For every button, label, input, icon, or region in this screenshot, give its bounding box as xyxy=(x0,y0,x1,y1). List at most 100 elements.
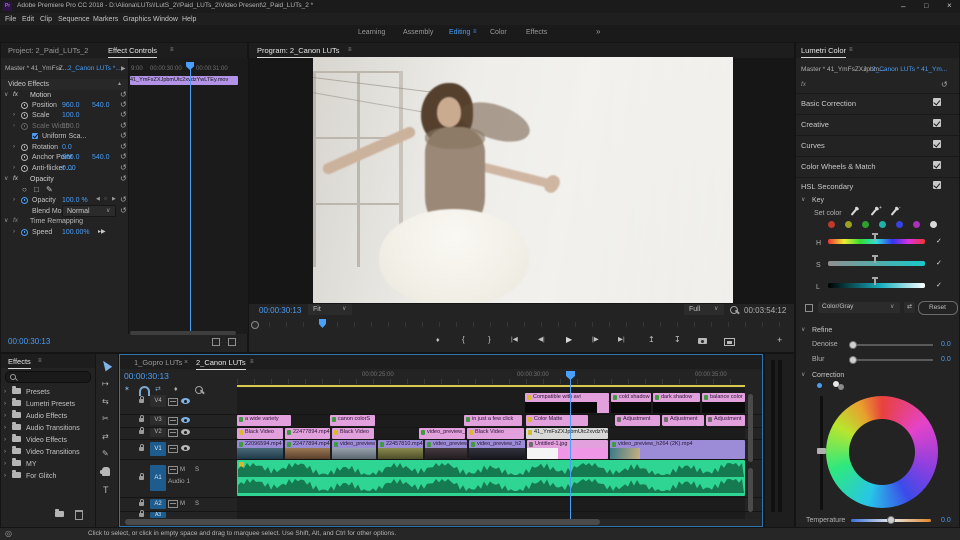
ec-speed-value[interactable]: 100.00% xyxy=(62,229,90,236)
sync-lock-icon[interactable] xyxy=(168,429,178,437)
timeline-panel-menu-icon[interactable]: ≡ xyxy=(250,359,254,365)
add-button[interactable]: + xyxy=(777,336,782,345)
tree-expand-icon[interactable]: › xyxy=(4,449,6,455)
zoom-level-dropdown[interactable]: Fit ∨ xyxy=(308,304,352,315)
pen-mask-icon[interactable]: ✎ xyxy=(46,186,53,194)
track-v4-button[interactable]: V4 xyxy=(150,395,166,407)
track-v2-eye-icon[interactable] xyxy=(181,429,190,435)
lumetri-reset-icon[interactable]: ↺ xyxy=(941,81,948,89)
reset-icon[interactable]: ↺ xyxy=(120,122,127,130)
track-a1-mute-button[interactable]: M xyxy=(180,467,185,473)
reset-icon[interactable]: ↺ xyxy=(120,91,127,99)
workspace-editing-menu-icon[interactable]: ≡ xyxy=(473,29,477,35)
reset-icon[interactable]: ↺ xyxy=(120,143,127,151)
saturation-checkmark[interactable]: ✓ xyxy=(936,260,942,267)
program-video-frame[interactable] xyxy=(313,57,733,303)
saturation-slider[interactable] xyxy=(828,261,925,266)
timeline-marker-icon[interactable]: ♦ xyxy=(174,386,178,393)
color-wheels-checkbox[interactable] xyxy=(933,161,941,169)
effects-item-lumetri-presets[interactable]: Lumetri Presets xyxy=(26,401,75,408)
lumetri-section-curves[interactable]: Curves xyxy=(801,142,825,150)
tab-project[interactable]: Project: 2_Paid_LUTs_2 xyxy=(8,47,88,55)
blur-slider[interactable] xyxy=(851,359,933,361)
ec-opacity-section-label[interactable]: Opacity xyxy=(30,176,54,183)
lock-icon[interactable] xyxy=(139,399,144,403)
timeline-clip[interactable]: 22477894.mp4 xyxy=(285,440,330,459)
reset-icon[interactable]: ↺ xyxy=(120,196,127,204)
effects-item-presets[interactable]: Presets xyxy=(26,389,50,396)
reset-icon[interactable]: ↺ xyxy=(120,207,127,215)
timeline-clip[interactable]: video_preview_h xyxy=(425,440,467,459)
workspace-tab-learning[interactable]: Learning xyxy=(358,29,385,36)
mark-out-button[interactable]: } xyxy=(488,336,491,344)
ripple-edit-tool[interactable]: ⇆ xyxy=(102,398,109,406)
ec-motion-chevron-icon[interactable]: ∨ xyxy=(4,92,8,98)
chevron-down-icon[interactable]: ∨ xyxy=(863,67,867,73)
timeline-clip[interactable]: video_preview_h2 xyxy=(469,440,525,459)
effects-item-video-effects[interactable]: Video Effects xyxy=(26,437,67,444)
denoise-value[interactable]: 0.0 xyxy=(941,341,951,348)
ec-playhead-line[interactable] xyxy=(190,62,191,332)
comparison-view-button[interactable] xyxy=(724,338,735,346)
go-to-in-button[interactable]: |◀ xyxy=(511,337,518,344)
key-swatch-green[interactable] xyxy=(862,221,869,228)
keyframe-prev-icon[interactable]: ◀ xyxy=(96,197,100,202)
effect-controls-panel-menu-icon[interactable]: ≡ xyxy=(170,47,174,53)
reset-icon[interactable]: ↺ xyxy=(120,175,127,183)
add-marker-button[interactable]: ♦ xyxy=(436,337,440,344)
tree-expand-icon[interactable]: › xyxy=(4,425,6,431)
menu-graphics[interactable]: Graphics xyxy=(123,16,151,23)
workspace-tab-assembly[interactable]: Assembly xyxy=(403,29,433,36)
ec-speed-expand-icon[interactable]: › xyxy=(13,229,15,235)
creative-checkbox[interactable] xyxy=(933,119,941,127)
luma-checkmark[interactable]: ✓ xyxy=(936,282,942,289)
ec-horizontal-scrollbar[interactable] xyxy=(130,331,236,335)
step-back-button[interactable]: ◀| xyxy=(538,337,545,344)
program-panel-menu-icon[interactable]: ≡ xyxy=(348,47,352,53)
menu-clip[interactable]: Clip xyxy=(40,16,52,23)
key-swatch-yellow[interactable] xyxy=(845,221,852,228)
lumetri-sequence-name[interactable]: 2_Canon LUTs * 41_Ym... xyxy=(872,67,947,74)
extract-button[interactable]: ↧ xyxy=(674,336,681,344)
uniform-scale-checkbox[interactable] xyxy=(32,133,38,139)
key-swatch-blue[interactable] xyxy=(896,221,903,228)
invert-mask-icon[interactable]: ⇄ xyxy=(904,302,915,313)
lock-icon[interactable] xyxy=(139,476,144,480)
lumetri-section-basic-correction[interactable]: Basic Correction xyxy=(801,100,856,108)
key-swatch-red[interactable] xyxy=(828,221,835,228)
slip-tool[interactable]: ⇄ xyxy=(102,433,109,441)
sync-lock-icon[interactable] xyxy=(168,466,178,474)
track-a2-solo-button[interactable]: S xyxy=(195,501,199,507)
snap-magnet-icon[interactable] xyxy=(139,386,150,396)
ellipse-mask-icon[interactable]: ○ xyxy=(22,186,27,194)
tab-close-icon[interactable]: × xyxy=(184,359,188,366)
export-frame-button[interactable] xyxy=(698,338,707,344)
ec-clip-bar[interactable]: 41_YmFsZXJpbmUtc2xvdzYwLTEy.mov xyxy=(130,76,238,85)
menu-markers[interactable]: Markers xyxy=(93,16,118,23)
track-a1-name[interactable]: Audio 1 xyxy=(168,479,190,486)
timeline-settings-icon[interactable] xyxy=(195,386,203,394)
effects-item-my[interactable]: MY xyxy=(26,461,37,468)
timeline-clip[interactable]: Adjustment Lay xyxy=(706,415,745,426)
stopwatch-icon[interactable] xyxy=(21,144,28,151)
tree-expand-icon[interactable]: › xyxy=(4,461,6,467)
reset-icon[interactable]: ↺ xyxy=(120,111,127,119)
saturation-slider-handle[interactable] xyxy=(874,255,876,263)
workspace-tab-effects[interactable]: Effects xyxy=(526,29,547,36)
track-a1-solo-button[interactable]: S xyxy=(195,467,199,473)
nest-toggle-icon[interactable]: ✶ xyxy=(124,386,130,393)
timeline-clip[interactable]: 22457810.mp4 xyxy=(378,440,423,459)
timeline-clip[interactable]: canon colorS xyxy=(330,415,375,426)
key-swatch-cyan[interactable] xyxy=(879,221,886,228)
track-a2-mute-button[interactable]: M xyxy=(180,501,185,507)
refine-chevron-icon[interactable]: ∨ xyxy=(801,327,805,333)
ec-motion-label[interactable]: Motion xyxy=(30,92,51,99)
lumetri-section-hsl-secondary[interactable]: HSL Secondary xyxy=(801,183,853,191)
effects-panel-menu-icon[interactable]: ≡ xyxy=(38,358,42,364)
ec-position-x-value[interactable]: 960.0 xyxy=(62,102,80,109)
luma-slider[interactable] xyxy=(828,283,925,288)
playback-resolution-dropdown[interactable]: Full ∨ xyxy=(684,304,724,315)
pen-tool[interactable]: ✎ xyxy=(102,450,109,458)
track-a3-button[interactable]: A3 xyxy=(150,512,166,518)
blur-value[interactable]: 0.0 xyxy=(941,356,951,363)
